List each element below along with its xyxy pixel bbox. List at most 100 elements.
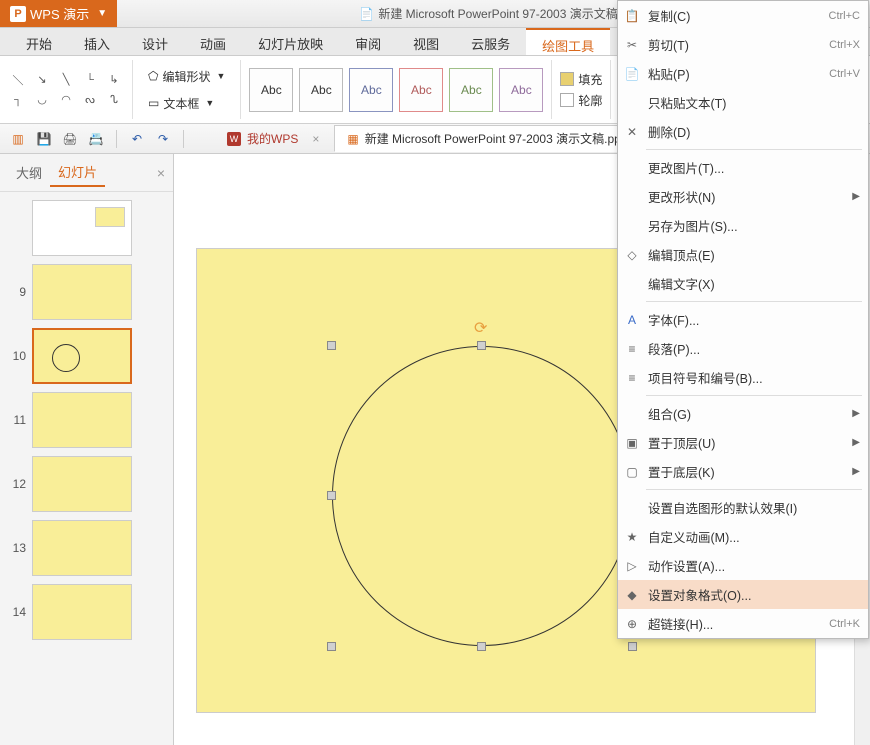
resize-handle[interactable] [327,642,336,651]
thumbnail-row[interactable]: 14 [4,580,169,644]
elbow-arrow-icon[interactable]: ↳ [104,72,124,88]
menu-item[interactable]: 📄粘贴(P)Ctrl+V [618,59,868,88]
fill-button[interactable]: 填充 [560,71,602,88]
tab-云服务[interactable]: 云服务 [455,28,526,55]
menu-item[interactable]: 设置自选图形的默认效果(I) [618,493,868,522]
thumbnail[interactable] [32,392,132,448]
menu-item[interactable]: ▷动作设置(A)... [618,551,868,580]
thumbnail-row[interactable]: 9 [4,260,169,324]
tab-动画[interactable]: 动画 [184,28,242,55]
tab-绘图工具[interactable]: 绘图工具 [526,28,610,55]
menu-item[interactable]: ★自定义动画(M)... [618,522,868,551]
resize-handle[interactable] [327,491,336,500]
thumbnail[interactable] [32,520,132,576]
tab-审阅[interactable]: 审阅 [339,28,397,55]
arrow-icon[interactable]: ↘ [32,72,52,88]
thumbnail[interactable] [32,456,132,512]
curve-icon[interactable]: ◡ [32,92,52,108]
style-preset[interactable]: Abc [349,68,393,112]
circle-shape[interactable] [332,346,632,646]
edit-shape-button[interactable]: ⬠ 编辑形状 ▼ [141,65,232,88]
menu-icon: ⊕ [624,616,640,632]
menu-item[interactable]: ≡段落(P)... [618,334,868,363]
style-preset[interactable]: Abc [499,68,543,112]
elbow-icon[interactable]: └ [80,72,100,88]
style-preset[interactable]: Abc [299,68,343,112]
text-box-button[interactable]: ▭ 文本框 ▼ [141,92,232,115]
menu-item[interactable]: ▣置于顶层(U)▶ [618,428,868,457]
rotate-handle[interactable]: ⟳ [474,318,487,338]
undo-icon[interactable]: ↶ [127,129,147,149]
scribble-icon[interactable]: ᔓ [80,92,100,108]
menu-label: 编辑文字(X) [648,274,715,293]
menu-item[interactable]: 更改形状(N)▶ [618,182,868,211]
tab-开始[interactable]: 开始 [10,28,68,55]
thumbnail[interactable] [32,584,132,640]
slide-number: 14 [8,605,26,619]
tab-设计[interactable]: 设计 [126,28,184,55]
thumbnail-row[interactable]: 13 [4,516,169,580]
doc-name: 新建 Microsoft PowerPoint 97-2003 演示文稿.p [378,5,627,22]
menu-icon: ▢ [624,464,640,480]
print2-icon[interactable]: 📇 [86,129,106,149]
thumbnail-row[interactable]: 11 [4,388,169,452]
tab-视图[interactable]: 视图 [397,28,455,55]
menu-item[interactable]: ▢置于底层(K)▶ [618,457,868,486]
menu-shortcut: Ctrl+K [829,618,860,630]
curve2-icon[interactable]: ◠ [56,92,76,108]
resize-handle[interactable] [477,341,486,350]
fill-swatch-icon [560,72,574,86]
menu-item[interactable]: 📋复制(C)Ctrl+C [618,1,868,30]
menu-item[interactable]: ◇编辑顶点(E) [618,240,868,269]
resize-handle[interactable] [477,642,486,651]
menu-item[interactable]: ⊕超链接(H)...Ctrl+K [618,609,868,638]
tab-slides[interactable]: 幻灯片 [50,158,105,187]
tab-幻灯片放映[interactable]: 幻灯片放映 [242,28,339,55]
thumbnail-row[interactable]: 10 [4,324,169,388]
outline-label: 轮廓 [578,92,602,109]
resize-handle[interactable] [628,642,637,651]
slide-number: 9 [8,285,26,299]
app-menu-caret[interactable]: ▼ [97,8,107,19]
menu-item[interactable]: 只粘贴文本(T) [618,88,868,117]
elbow2-icon[interactable]: ┐ [8,92,28,108]
panel-tabs: 大纲 幻灯片 × [0,154,173,192]
print-icon[interactable]: 🖨 [60,129,80,149]
selection-box[interactable]: ⟳ [332,346,632,646]
style-preset[interactable]: Abc [449,68,493,112]
thumbnail-row[interactable] [4,196,169,260]
thumbnail-row[interactable]: 12 [4,452,169,516]
tab-my-wps[interactable]: 我的WPS × [214,125,332,152]
new-icon[interactable]: ▥ [8,129,28,149]
app-logo[interactable]: WPS 演示 ▼ [0,0,117,27]
redo-icon[interactable]: ↷ [153,129,173,149]
close-icon[interactable]: × [312,132,319,146]
menu-item[interactable]: ≡项目符号和编号(B)... [618,363,868,392]
shape-gallery[interactable]: ＼ ↘ ╲ └ ↳ ┐ ◡ ◠ ᔓ ᔐ [8,72,124,108]
thumbnails[interactable]: 9 10111213 14 [0,192,173,745]
menu-item[interactable]: A字体(F)... [618,305,868,334]
thumbnail[interactable] [32,328,132,384]
close-icon[interactable]: × [157,165,165,181]
resize-handle[interactable] [327,341,336,350]
line2-icon[interactable]: ╲ [56,72,76,88]
line-icon[interactable]: ＼ [8,72,28,88]
style-preset[interactable]: Abc [399,68,443,112]
menu-item[interactable]: 更改图片(T)... [618,153,868,182]
free-icon[interactable]: ᔐ [104,92,124,108]
outline-button[interactable]: 轮廓 [560,92,602,109]
tab-插入[interactable]: 插入 [68,28,126,55]
save-icon[interactable]: 💾 [34,129,54,149]
menu-item[interactable]: 另存为图片(S)... [618,211,868,240]
menu-item[interactable]: ✕删除(D) [618,117,868,146]
menu-item[interactable]: ◆设置对象格式(O)... [618,580,868,609]
menu-item[interactable]: 编辑文字(X) [618,269,868,298]
menu-item[interactable]: 组合(G)▶ [618,399,868,428]
menu-separator [646,395,862,396]
thumbnail[interactable] [32,264,132,320]
thumbnail[interactable] [32,200,132,256]
style-gallery[interactable]: AbcAbcAbcAbcAbcAbc [249,68,543,112]
tab-outline[interactable]: 大纲 [8,159,50,186]
menu-item[interactable]: ✂剪切(T)Ctrl+X [618,30,868,59]
style-preset[interactable]: Abc [249,68,293,112]
